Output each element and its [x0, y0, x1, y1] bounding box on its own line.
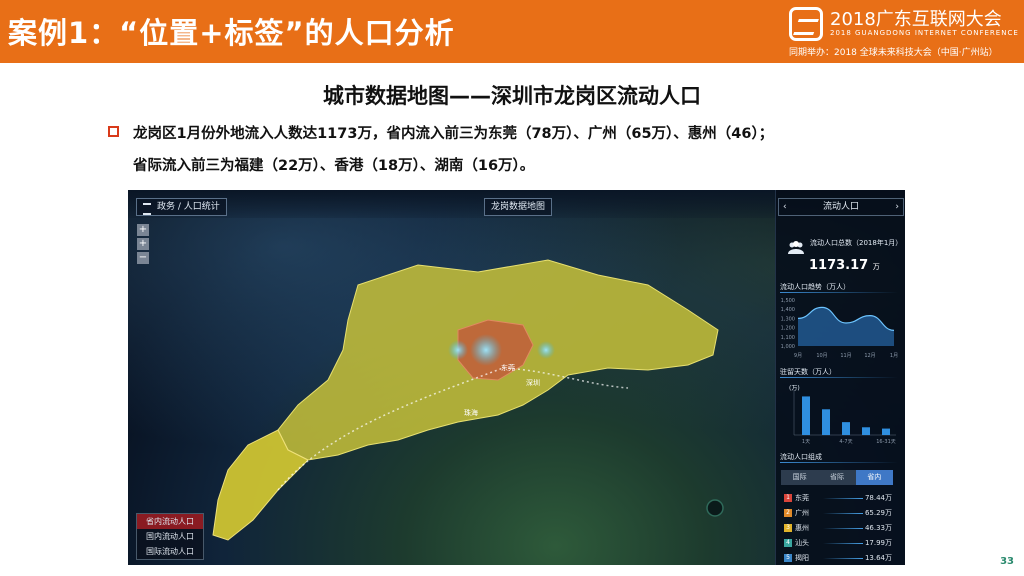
rank-bar — [823, 528, 863, 529]
stay-bar — [802, 396, 810, 435]
rank-value: 17.99万 — [864, 539, 892, 547]
description-line-2: 省际流入前三为福建（22万）、香港（18万）、湖南（16万）。 — [133, 158, 535, 174]
y-tick-label: 1,000 — [781, 344, 795, 350]
legend-item-international[interactable]: 国际流动人口 — [137, 544, 203, 559]
people-icon — [788, 241, 804, 254]
chevron-right-icon[interactable]: › — [895, 199, 899, 215]
zoom-in-button[interactable]: + — [137, 224, 149, 236]
conference-title: 2018广东互联网大会 — [830, 9, 1002, 30]
divider — [780, 292, 898, 293]
legend-item-provincial[interactable]: 省内流动人口 — [137, 514, 203, 529]
divider — [780, 462, 898, 463]
total-unit: 万 — [872, 263, 880, 271]
rank-badge: 3 — [784, 524, 792, 532]
ranking-row[interactable]: 4 汕头 17.99万 — [781, 537, 895, 550]
ranking-row[interactable]: 5 揭阳 13.64万 — [781, 552, 895, 565]
tab-interprovincial[interactable]: 省际 — [818, 470, 856, 485]
rank-value: 46.33万 — [864, 524, 892, 532]
rank-city: 东莞 — [795, 494, 809, 502]
x-tick-label: 1天 — [802, 439, 810, 445]
chevron-left-icon[interactable]: ‹ — [783, 199, 787, 215]
rank-value: 65.29万 — [864, 509, 892, 517]
map-title: 龙岗数据地图 — [484, 198, 553, 216]
city-glow-dongguan — [470, 334, 502, 366]
rank-badge: 2 — [784, 509, 792, 517]
stay-bar — [842, 422, 850, 435]
trend-area — [798, 307, 894, 346]
dashboard-screenshot: 东莞 深圳 珠海 政务 / 人口统计 龙岗数据地图 + + − 省内流动人口 国… — [128, 190, 905, 565]
legend-item-domestic[interactable]: 国内流动人口 — [137, 529, 203, 544]
map-label-zhuhai: 珠海 — [464, 409, 478, 417]
ranking-row[interactable]: 1 东莞 78.44万 — [781, 492, 895, 505]
page-number: 33 — [1000, 556, 1014, 567]
bullet-icon — [108, 126, 119, 137]
total-value: 1173.17 万 — [809, 258, 880, 273]
rank-city: 汕头 — [795, 539, 809, 547]
conference-logo-icon — [789, 7, 823, 41]
y-tick-label: 1,300 — [781, 316, 795, 322]
stats-panel: ‹ 流动人口 › 流动人口总数（2018年1月） 1173.17 万 流动人口趋… — [775, 190, 905, 565]
stay-chart: 1天 4-7天 16-31天 — [793, 390, 896, 445]
y-tick-label: 1,400 — [781, 307, 795, 313]
city-glow-huizhou — [537, 341, 555, 359]
x-tick-label: 12月 — [864, 353, 875, 359]
rank-bar — [823, 498, 863, 499]
tab-international[interactable]: 国际 — [781, 470, 819, 485]
conference-subtitle: 同期举办：2018 全球未来科技大会（中国·广州站） — [789, 48, 998, 58]
x-tick-label: 10月 — [816, 353, 827, 359]
map-label-shenzhen: 深圳 — [526, 379, 540, 387]
earth-marker — [706, 499, 724, 517]
description-line-1: 龙岗区1月份外地流入人数达1173万，省内流入前三为东莞（78万）、广州（65万… — [133, 126, 774, 142]
city-glow-guangzhou — [448, 340, 468, 360]
rank-city: 惠州 — [795, 524, 809, 532]
zoom-in-button[interactable]: + — [137, 238, 149, 250]
total-label: 流动人口总数（2018年1月） — [810, 239, 903, 247]
x-tick-label: 16-31天 — [876, 439, 896, 445]
stay-bar — [822, 409, 830, 435]
conference-english-title: 2018 GUANGDONG INTERNET CONFERENCE — [830, 29, 1019, 37]
zoom-out-button[interactable]: − — [137, 252, 149, 264]
map-legend: 省内流动人口 国内流动人口 国际流动人口 — [136, 513, 204, 560]
rank-value: 13.64万 — [864, 554, 892, 562]
rank-value: 78.44万 — [864, 494, 892, 502]
y-tick-label: 1,100 — [781, 335, 795, 341]
rank-city: 揭阳 — [795, 554, 809, 562]
rank-badge: 5 — [784, 554, 792, 562]
tab-provincial[interactable]: 省内 — [855, 470, 893, 485]
y-tick-label: 1,500 — [781, 298, 795, 304]
x-tick-label: 9月 — [794, 353, 802, 359]
rank-badge: 4 — [784, 539, 792, 547]
rank-badge: 1 — [784, 494, 792, 502]
y-tick-label: 1,200 — [781, 326, 795, 332]
panel-title: 流动人口 — [822, 202, 859, 212]
section-title: 城市数据地图——深圳市龙岗区流动人口 — [323, 84, 701, 108]
stay-bar — [862, 427, 870, 435]
rank-bar — [823, 558, 863, 559]
breadcrumb[interactable]: 政务 / 人口统计 — [136, 198, 227, 216]
stay-title: 驻留天数（万人） — [780, 368, 836, 376]
x-tick-label: 11月 — [840, 353, 851, 359]
slide-title: 案例1：“位置+标签”的人口分析 — [8, 16, 455, 50]
rank-city: 广州 — [795, 509, 809, 517]
rank-bar — [823, 543, 863, 544]
divider — [780, 377, 898, 378]
composition-tabs: 国际 省际 省内 — [781, 470, 893, 485]
stay-bar — [882, 428, 890, 435]
composition-title: 流动人口组成 — [780, 453, 822, 461]
x-tick-label: 4-7天 — [839, 439, 852, 445]
slide-header: 案例1：“位置+标签”的人口分析 2018广东互联网大会 2018 GUANGD… — [0, 0, 1024, 63]
map-label-dongguan: 东莞 — [501, 364, 515, 372]
x-tick-label: 1月 — [890, 353, 898, 359]
trend-title: 流动人口趋势（万人） — [780, 283, 850, 291]
ranking-row[interactable]: 2 广州 65.29万 — [781, 507, 895, 520]
rank-bar — [823, 513, 863, 514]
panel-header: ‹ 流动人口 › — [778, 198, 904, 216]
ranking-row[interactable]: 3 惠州 46.33万 — [781, 522, 895, 535]
trend-chart: 1,500 1,400 1,300 1,200 1,100 1,000 9月 10月 11月 12… — [781, 298, 898, 359]
